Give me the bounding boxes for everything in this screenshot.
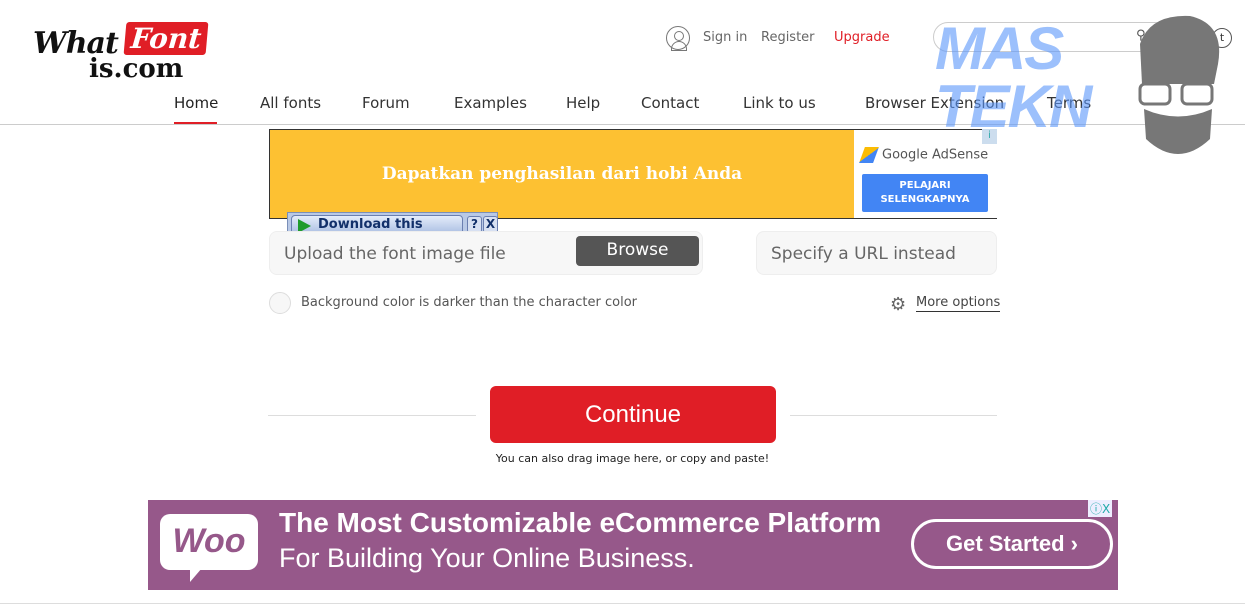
url-placeholder: Specify a URL instead — [771, 244, 956, 264]
nav-all-fonts[interactable]: All fonts — [260, 94, 321, 112]
nav-home[interactable]: Home — [174, 94, 218, 112]
register-link[interactable]: Register — [761, 30, 815, 45]
nav-link-to-us[interactable]: Link to us — [743, 94, 816, 112]
gear-icon[interactable]: ⚙ — [890, 294, 906, 315]
upgrade-link[interactable]: Upgrade — [834, 30, 890, 45]
upload-placeholder: Upload the font image file — [284, 244, 506, 264]
watermark-face-icon — [1138, 15, 1220, 154]
sign-in-link[interactable]: Sign in — [703, 30, 747, 45]
more-options-link[interactable]: More options — [916, 295, 1001, 312]
divider-right — [790, 415, 997, 416]
watermark-logo: MAS TEKN — [935, 15, 1092, 140]
divider-left — [268, 415, 476, 416]
ad-bottom-headline: The Most Customizable eCommerce Platform — [279, 507, 882, 538]
get-started-button[interactable]: Get Started › — [911, 519, 1113, 569]
checkbox-label: Background color is darker than the char… — [301, 295, 637, 310]
url-input[interactable]: Specify a URL instead — [756, 231, 997, 275]
nav-contact[interactable]: Contact — [641, 94, 699, 112]
browse-button[interactable]: Browse — [576, 236, 699, 266]
site-logo[interactable]: What Font is.com — [33, 20, 218, 86]
continue-button[interactable]: Continue — [490, 386, 776, 443]
ad-bottom-subline: For Building Your Online Business. — [279, 543, 695, 573]
nav-examples[interactable]: Examples — [454, 94, 527, 112]
adsense-logo-icon — [859, 147, 879, 163]
active-nav-indicator — [174, 122, 217, 124]
logo-font: Font — [123, 22, 209, 55]
learn-more-button[interactable]: PELAJARI SELENGKAPNYA — [862, 174, 988, 212]
nav-help[interactable]: Help — [566, 94, 600, 112]
ad-headline: Dapatkan penghasilan dari hobi Anda — [381, 164, 743, 184]
ad-close-icon[interactable]: ⓘX — [1088, 500, 1113, 517]
user-icon[interactable] — [666, 26, 690, 51]
logo-iscom: is.com — [89, 54, 184, 84]
learn-more-line2: SELENGKAPNYA — [880, 194, 970, 205]
nav-forum[interactable]: Forum — [362, 94, 410, 112]
learn-more-line1: PELAJARI — [899, 180, 951, 191]
woocommerce-ad[interactable]: Woo The Most Customizable eCommerce Plat… — [148, 500, 1118, 590]
dark-background-checkbox[interactable] — [269, 292, 291, 314]
woo-logo: Woo — [160, 514, 258, 582]
drag-hint: You can also drag image here, or copy an… — [495, 452, 770, 465]
footer-divider — [0, 603, 1245, 604]
adsense-banner[interactable]: Dapatkan penghasilan dari hobi Anda Goog… — [269, 129, 997, 219]
